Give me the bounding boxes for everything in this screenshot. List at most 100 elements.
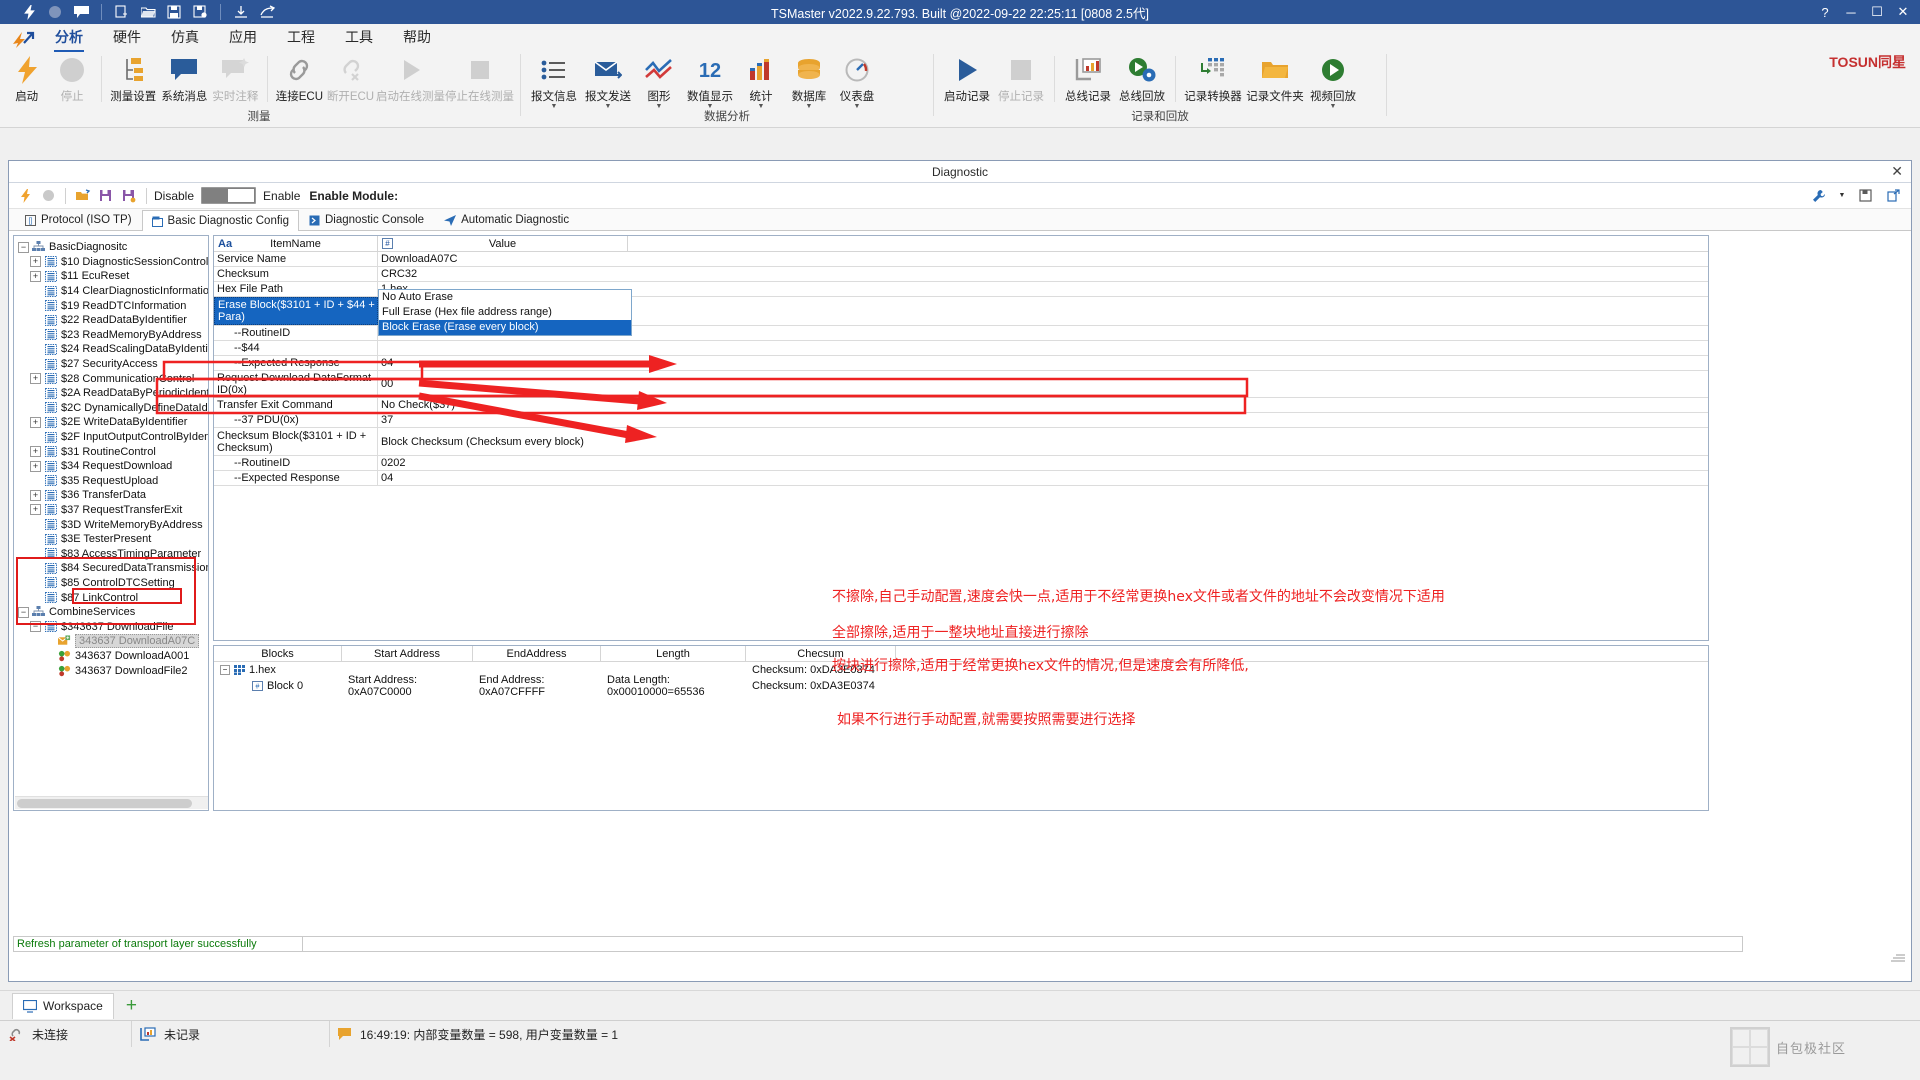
comment-icon[interactable] (70, 2, 92, 22)
dropdown-option[interactable]: No Auto Erase (379, 290, 631, 305)
tree-item[interactable]: $27 SecurityAccess (18, 357, 208, 372)
bus-replay-button[interactable]: 总线回放 (1115, 52, 1169, 104)
scrollbar-thumb[interactable] (17, 799, 192, 808)
tree-item[interactable]: 343637 DownloadA07C (18, 634, 208, 649)
tree-item[interactable]: $22 ReadDataByIdentifier (18, 313, 208, 328)
tree-horizontal-scrollbar[interactable] (15, 796, 208, 809)
grid-header-itemname[interactable]: Aa ItemName (214, 236, 378, 251)
maximize-button[interactable]: ☐ (1864, 0, 1890, 24)
ribbon-tab-tools[interactable]: 工具 (330, 24, 388, 52)
chevron-down-icon[interactable]: ▼ (707, 103, 714, 110)
graph-button[interactable]: 图形 ▼ (635, 52, 683, 110)
save-as-icon[interactable] (119, 186, 139, 206)
grid-cell-value[interactable]: 37 (378, 413, 1708, 427)
chevron-down-icon[interactable]: ▼ (605, 103, 612, 110)
dropdown-option[interactable]: Block Erase (Erase every block) (379, 320, 631, 335)
add-workspace-button[interactable]: + (118, 996, 145, 1015)
ribbon-tab-application[interactable]: 应用 (214, 24, 272, 52)
grid-row[interactable]: Service Name DownloadA07C (214, 252, 1708, 267)
grid-cell-value[interactable]: No Check($37) (378, 398, 1708, 412)
collapse-icon[interactable]: − (18, 606, 29, 618)
tree-item[interactable]: + $11 EcuReset (18, 269, 208, 284)
parameter-grid[interactable]: Aa ItemName # Value Service Name Download… (213, 235, 1709, 641)
video-replay-button[interactable]: 视频回放 ▼ (1306, 52, 1360, 110)
minimize-button[interactable]: ─ (1838, 0, 1864, 24)
tree-item[interactable]: + $10 DiagnosticSessionControl (18, 255, 208, 270)
grid-header-value[interactable]: # Value (378, 236, 628, 251)
tree-item[interactable]: $24 ReadScalingDataByIdentifier (18, 342, 208, 357)
log-folder-button[interactable]: 记录文件夹 (1244, 52, 1306, 104)
disconnect-ecu-button[interactable]: 断开ECU (325, 52, 376, 104)
filter-hash-icon[interactable]: # (382, 238, 393, 249)
circle-icon[interactable] (44, 2, 66, 22)
save-icon[interactable] (163, 2, 185, 22)
tree-item[interactable]: $2F InputOutputControlByIdentifier (18, 430, 208, 445)
grid-cell-value[interactable]: 04 (378, 356, 1708, 370)
ribbon-tab-help[interactable]: 帮助 (388, 24, 446, 52)
chevron-down-icon[interactable]: ▼ (656, 103, 663, 110)
collapse-icon[interactable]: − (220, 665, 230, 675)
grid-row[interactable]: --Expected Response 04 (214, 471, 1708, 486)
enable-module-toggle[interactable] (201, 187, 257, 204)
message-info-button[interactable]: 报文信息 ▼ (527, 52, 581, 110)
database-button[interactable]: 数据库 ▼ (785, 52, 833, 110)
tree-item[interactable]: − CombineServices (18, 605, 208, 620)
expand-icon[interactable]: + (30, 504, 41, 516)
ribbon-tab-simulation[interactable]: 仿真 (156, 24, 214, 52)
collapse-icon[interactable]: − (30, 621, 41, 633)
tree-item[interactable]: $85 ControlDTCSetting (18, 576, 208, 591)
dashboard-button[interactable]: 仪表盘 ▼ (833, 52, 881, 110)
open-folder-icon[interactable] (73, 186, 93, 206)
connect-ecu-button[interactable]: 连接ECU (274, 52, 325, 104)
tab-basic-diagnostic-config[interactable]: Basic Diagnostic Config (141, 210, 299, 231)
service-tree-panel[interactable]: − BasicDiagnositc + $10 DiagnosticSessionCo… (13, 235, 209, 811)
tree-item[interactable]: − $343637 DownloadFile (18, 619, 208, 634)
tab-diagnostic-console[interactable]: Diagnostic Console (299, 209, 434, 230)
chevron-down-icon[interactable]: ▼ (758, 103, 765, 110)
chevron-down-icon[interactable]: ▼ (551, 103, 558, 110)
blocks-row[interactable]: # Block 0 Start Address: 0xA07C0000 End Add… (214, 674, 1708, 698)
tree-item[interactable]: $35 RequestUpload (18, 474, 208, 489)
workspace-tab[interactable]: Workspace (12, 992, 114, 1019)
tree-item[interactable]: $2A ReadDataByPeriodicIdentifier (18, 386, 208, 401)
tree-item[interactable]: $3D WriteMemoryByAddress (18, 517, 208, 532)
import-icon[interactable] (230, 2, 252, 22)
chevron-down-icon[interactable]: ▼ (1837, 186, 1847, 206)
tree-item[interactable]: $14 ClearDiagnosticInformation (18, 284, 208, 299)
start-online-measure-button[interactable]: 启动在线测量 (376, 52, 445, 104)
blocks-header-cell[interactable]: EndAddress (473, 646, 601, 661)
tree-item[interactable]: + $34 RequestDownload (18, 459, 208, 474)
grid-cell-value[interactable]: DownloadA07C (378, 252, 1708, 266)
stop-button[interactable]: 停止 (49, 52, 94, 104)
statistics-button[interactable]: 统计 ▼ (737, 52, 785, 110)
blocks-header-cell[interactable]: Start Address (342, 646, 473, 661)
tree-item[interactable]: + $28 CommunicationControl (18, 371, 208, 386)
grid-row[interactable]: Checksum CRC32 (214, 267, 1708, 282)
grid-row[interactable]: --RoutineID 0202 (214, 456, 1708, 471)
tree-item[interactable]: $19 ReadDTCInformation (18, 298, 208, 313)
wrench-icon[interactable] (1809, 186, 1829, 206)
message-send-button[interactable]: 报文发送 ▼ (581, 52, 635, 110)
blocks-header-cell[interactable]: Length (601, 646, 746, 661)
tree-item[interactable]: + $2E WriteDataByIdentifier (18, 415, 208, 430)
tree-item[interactable]: + $31 RoutineControl (18, 444, 208, 459)
tree-item[interactable]: 343637 DownloadA001 (18, 649, 208, 664)
grid-cell-value[interactable]: CRC32 (378, 267, 1708, 281)
tree-item[interactable]: − BasicDiagnositc (18, 240, 208, 255)
start-record-button[interactable]: 启动记录 (940, 52, 994, 104)
expand-icon[interactable]: + (30, 416, 41, 428)
open-folder-icon[interactable] (137, 2, 159, 22)
ribbon-tab-project[interactable]: 工程 (272, 24, 330, 52)
grid-row[interactable]: Request Download DataFormat ID(0x) 00 (214, 371, 1708, 398)
save-icon[interactable] (96, 186, 116, 206)
chevron-down-icon[interactable]: ▼ (806, 103, 813, 110)
connection-status[interactable]: 未连接 (0, 1021, 132, 1047)
help-button[interactable]: ? (1812, 0, 1838, 24)
tree-item[interactable]: $3E TesterPresent (18, 532, 208, 547)
tree-item[interactable]: + $36 TransferData (18, 488, 208, 503)
realtime-comment-button[interactable]: 实时注释 (210, 52, 261, 104)
log-converter-button[interactable]: 记录转换器 (1182, 52, 1244, 104)
save-small-icon[interactable] (1855, 186, 1875, 206)
tab-protocol-iso-tp[interactable]: [] Protocol (ISO TP) (15, 209, 142, 230)
tree-item[interactable]: $2C DynamicallyDefineDataIdentifier (18, 401, 208, 416)
